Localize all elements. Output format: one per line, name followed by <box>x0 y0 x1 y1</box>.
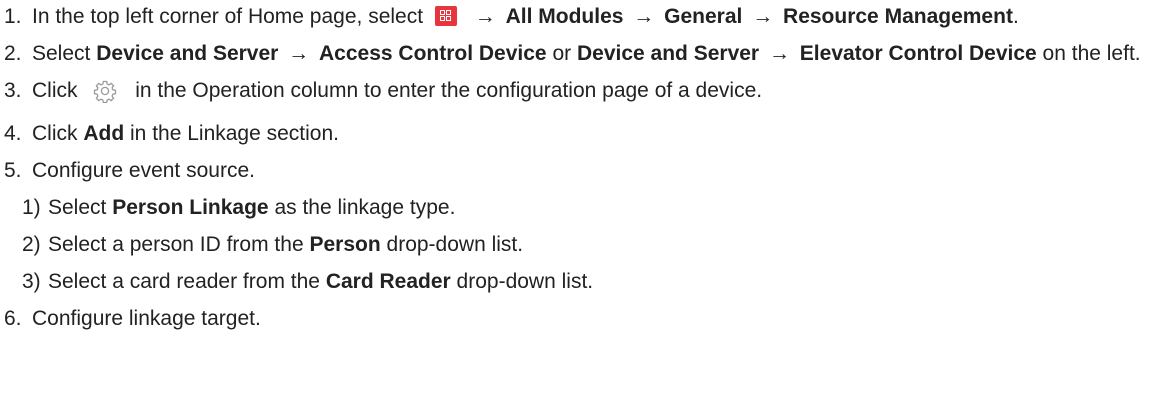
substep-5-3: 3) Select a card reader from the Card Re… <box>0 267 1170 297</box>
menu-path-item: Device and Server <box>577 42 760 65</box>
step-text: Select <box>48 196 107 219</box>
step-6: 6. Configure linkage target. <box>0 304 1170 334</box>
field-name: Person Linkage <box>112 196 269 219</box>
substep-number: 1) <box>22 196 41 219</box>
step-text: Select <box>32 42 91 65</box>
step-text: Click <box>32 122 78 145</box>
step-number: 2. <box>4 42 22 65</box>
field-name: Card Reader <box>325 270 451 293</box>
step-text: in the Linkage section. <box>130 122 339 145</box>
grid-menu-icon <box>434 6 457 26</box>
substep-number: 3) <box>22 270 41 293</box>
arrow-glyph: → <box>633 5 655 28</box>
menu-path-item: Resource Management <box>783 5 1013 28</box>
step-5: 5. Configure event source. <box>0 156 1170 186</box>
arrow-glyph: → <box>288 42 310 65</box>
menu-path-item: General <box>664 5 743 28</box>
step-text: In the top left corner of Home page, sel… <box>32 5 424 28</box>
step-text: Click <box>32 79 78 102</box>
substep-number: 2) <box>22 233 41 256</box>
step-1: 1. In the top left corner of Home page, … <box>0 2 1152 32</box>
step-number: 3. <box>4 79 22 102</box>
step-3: 3. Click in the Operation column to ente… <box>0 76 1170 112</box>
step-2: 2. Select Device and Server → Access Con… <box>0 39 1152 69</box>
step-text: on the left. <box>1042 42 1141 65</box>
menu-path-item: Access Control Device <box>319 42 547 65</box>
step-text: drop-down list. <box>456 270 594 293</box>
step-text: Select a person ID from the <box>48 233 304 256</box>
gear-icon <box>93 79 117 112</box>
substep-5-2: 2) Select a person ID from the Person dr… <box>0 230 1170 260</box>
step-number: 4. <box>4 122 22 145</box>
step-text: drop-down list. <box>386 233 524 256</box>
step-text: Select a card reader from the <box>48 270 320 293</box>
step-number: 5. <box>4 159 22 182</box>
menu-path-item: Elevator Control Device <box>799 42 1037 65</box>
substep-5-1: 1) Select Person Linkage as the linkage … <box>0 193 1170 223</box>
step-number: 1. <box>4 5 22 28</box>
period: . <box>1012 5 1019 28</box>
step-text: Configure event source. <box>32 159 255 182</box>
arrow-glyph: → <box>474 5 496 28</box>
step-text: or <box>552 42 572 65</box>
button-name: Add <box>83 122 125 145</box>
step-text: Configure linkage target. <box>32 307 261 330</box>
instruction-document: 1. In the top left corner of Home page, … <box>0 0 1170 334</box>
step-4: 4. Click Add in the Linkage section. <box>0 119 1170 149</box>
step-text: as the linkage type. <box>274 196 456 219</box>
arrow-glyph: → <box>768 42 790 65</box>
menu-path-item: All Modules <box>505 5 624 28</box>
step-text: in the Operation column to enter the con… <box>135 79 763 102</box>
menu-path-item: Device and Server <box>96 42 279 65</box>
step-number: 6. <box>4 307 22 330</box>
field-name: Person <box>309 233 381 256</box>
arrow-glyph: → <box>752 5 774 28</box>
